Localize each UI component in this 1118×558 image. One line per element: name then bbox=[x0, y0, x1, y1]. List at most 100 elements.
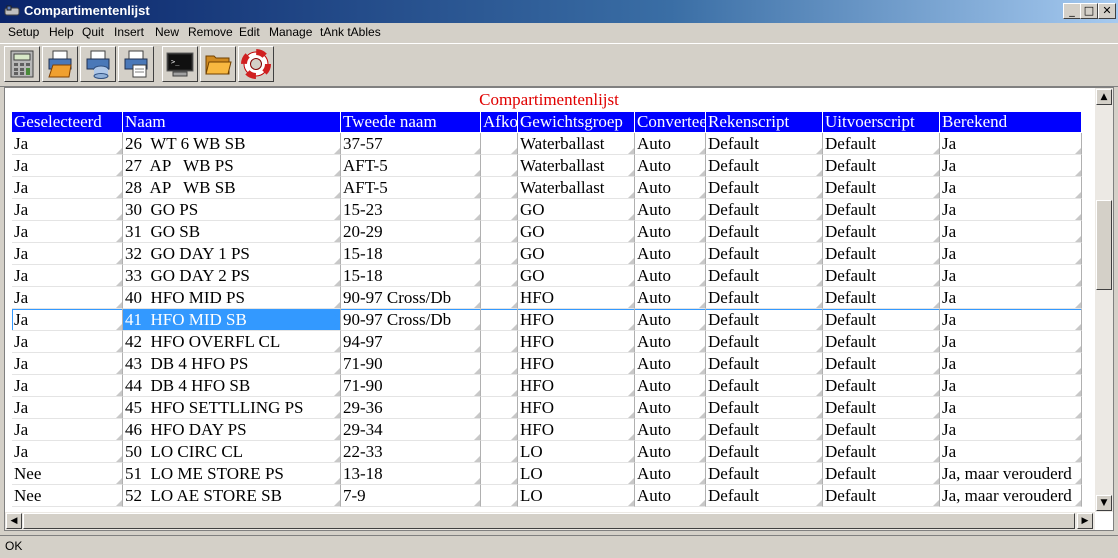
cell-gewichtsgroep[interactable]: LO bbox=[518, 485, 635, 507]
cell-uitvoerscript[interactable]: Default bbox=[823, 485, 940, 507]
table-row[interactable]: Ja 32 GO DAY 1 PS 15-18 GO Auto Default Defaul… bbox=[12, 243, 1082, 265]
cell-rekenscript[interactable]: Default bbox=[706, 243, 823, 265]
cell-geselecteerd[interactable]: Ja bbox=[12, 331, 123, 353]
print-document-button[interactable] bbox=[118, 46, 154, 82]
cell-geselecteerd[interactable]: Ja bbox=[12, 309, 123, 331]
table-row[interactable]: Ja 30 GO PS 15-23 GO Auto Default Default Ja bbox=[12, 199, 1082, 221]
menu-edit[interactable]: Edit bbox=[239, 25, 260, 39]
column-header-geselecteerd[interactable]: Geselecteerd bbox=[12, 112, 123, 132]
cell-rekenscript[interactable]: Default bbox=[706, 419, 823, 441]
cell-naam[interactable]: 45 HFO SETTLLING PS bbox=[123, 397, 341, 419]
cell-geselecteerd[interactable]: Nee bbox=[12, 463, 123, 485]
cell-afkort[interactable] bbox=[481, 463, 518, 485]
cell-uitvoerscript[interactable]: Default bbox=[823, 221, 940, 243]
cell-uitvoerscript[interactable]: Default bbox=[823, 353, 940, 375]
table-row[interactable]: Nee 51 LO ME STORE PS 13-18 LO Auto Default De… bbox=[12, 463, 1082, 485]
cell-afkort[interactable] bbox=[481, 133, 518, 155]
column-header-berekend[interactable]: Berekend bbox=[940, 112, 1082, 132]
column-header-naam[interactable]: Naam bbox=[123, 112, 341, 132]
cell-tweede-naam[interactable]: 22-33 bbox=[341, 441, 481, 463]
cell-berekend[interactable]: Ja bbox=[940, 199, 1082, 221]
column-header-uitvoerscript[interactable]: Uitvoerscript bbox=[823, 112, 940, 132]
cell-uitvoerscript[interactable]: Default bbox=[823, 287, 940, 309]
cell-rekenscript[interactable]: Default bbox=[706, 177, 823, 199]
print-database-button[interactable] bbox=[80, 46, 116, 82]
cell-berekend[interactable]: Ja bbox=[940, 243, 1082, 265]
cell-gewichtsgroep[interactable]: HFO bbox=[518, 331, 635, 353]
menu-quit[interactable]: Quit bbox=[82, 25, 104, 39]
cell-berekend[interactable]: Ja bbox=[940, 221, 1082, 243]
column-header-converteer[interactable]: Converteer bbox=[635, 112, 706, 132]
cell-rekenscript[interactable]: Default bbox=[706, 485, 823, 507]
cell-converteer[interactable]: Auto bbox=[635, 265, 706, 287]
cell-uitvoerscript[interactable]: Default bbox=[823, 199, 940, 221]
cell-naam[interactable]: 51 LO ME STORE PS bbox=[123, 463, 341, 485]
menu-tank-tables[interactable]: tAnk tAbles bbox=[320, 25, 381, 39]
cell-berekend[interactable]: Ja bbox=[940, 441, 1082, 463]
table-row[interactable]: Ja 40 HFO MID PS 90-97 Cross/Db HFO Auto Defa… bbox=[12, 287, 1082, 309]
cell-naam[interactable]: 50 LO CIRC CL bbox=[123, 441, 341, 463]
minimize-button[interactable]: _ bbox=[1063, 3, 1081, 19]
cell-naam[interactable]: 40 HFO MID PS bbox=[123, 287, 341, 309]
cell-naam[interactable]: 31 GO SB bbox=[123, 221, 341, 243]
cell-geselecteerd[interactable]: Ja bbox=[12, 177, 123, 199]
cell-naam[interactable]: 28 AP WB SB bbox=[123, 177, 341, 199]
cell-geselecteerd[interactable]: Ja bbox=[12, 397, 123, 419]
cell-naam[interactable]: 41 HFO MID SB bbox=[123, 309, 341, 331]
cell-rekenscript[interactable]: Default bbox=[706, 353, 823, 375]
cell-gewichtsgroep[interactable]: HFO bbox=[518, 375, 635, 397]
cell-rekenscript[interactable]: Default bbox=[706, 265, 823, 287]
cell-gewichtsgroep[interactable]: LO bbox=[518, 441, 635, 463]
cell-converteer[interactable]: Auto bbox=[635, 331, 706, 353]
table-row[interactable]: Ja 44 DB 4 HFO SB 71-90 HFO Auto Default Defau… bbox=[12, 375, 1082, 397]
vertical-scroll-thumb[interactable] bbox=[1096, 200, 1112, 290]
menu-remove[interactable]: Remove bbox=[188, 25, 233, 39]
cell-geselecteerd[interactable]: Ja bbox=[12, 199, 123, 221]
cell-rekenscript[interactable]: Default bbox=[706, 221, 823, 243]
cell-naam[interactable]: 30 GO PS bbox=[123, 199, 341, 221]
vertical-scrollbar[interactable]: ▲ ▼ bbox=[1095, 88, 1113, 512]
cell-uitvoerscript[interactable]: Default bbox=[823, 243, 940, 265]
cell-afkort[interactable] bbox=[481, 177, 518, 199]
cell-converteer[interactable]: Auto bbox=[635, 221, 706, 243]
cell-tweede-naam[interactable]: 15-23 bbox=[341, 199, 481, 221]
cell-rekenscript[interactable]: Default bbox=[706, 287, 823, 309]
cell-rekenscript[interactable]: Default bbox=[706, 309, 823, 331]
cell-gewichtsgroep[interactable]: HFO bbox=[518, 353, 635, 375]
cell-berekend[interactable]: Ja, maar verouderd bbox=[940, 463, 1082, 485]
cell-gewichtsgroep[interactable]: GO bbox=[518, 265, 635, 287]
table-row[interactable]: Nee 52 LO AE STORE SB 7-9 LO Auto Default Defa… bbox=[12, 485, 1082, 507]
cell-gewichtsgroep[interactable]: HFO bbox=[518, 397, 635, 419]
cell-afkort[interactable] bbox=[481, 397, 518, 419]
table-row[interactable]: Ja 43 DB 4 HFO PS 71-90 HFO Auto Default Defau… bbox=[12, 353, 1082, 375]
cell-berekend[interactable]: Ja bbox=[940, 331, 1082, 353]
cell-geselecteerd[interactable]: Ja bbox=[12, 133, 123, 155]
cell-berekend[interactable]: Ja bbox=[940, 353, 1082, 375]
cell-geselecteerd[interactable]: Ja bbox=[12, 419, 123, 441]
cell-rekenscript[interactable]: Default bbox=[706, 155, 823, 177]
cell-converteer[interactable]: Auto bbox=[635, 375, 706, 397]
print-folder-button[interactable] bbox=[42, 46, 78, 82]
cell-tweede-naam[interactable]: 90-97 Cross/Db bbox=[341, 287, 481, 309]
cell-naam[interactable]: 46 HFO DAY PS bbox=[123, 419, 341, 441]
cell-tweede-naam[interactable]: 37-57 bbox=[341, 133, 481, 155]
cell-gewichtsgroep[interactable]: GO bbox=[518, 199, 635, 221]
table-row[interactable]: Ja 46 HFO DAY PS 29-34 HFO Auto Default Defaul… bbox=[12, 419, 1082, 441]
cell-gewichtsgroep[interactable]: HFO bbox=[518, 419, 635, 441]
scroll-down-button[interactable]: ▼ bbox=[1096, 495, 1112, 511]
cell-uitvoerscript[interactable]: Default bbox=[823, 265, 940, 287]
cell-berekend[interactable]: Ja bbox=[940, 177, 1082, 199]
open-folder-button[interactable] bbox=[200, 46, 236, 82]
scroll-up-button[interactable]: ▲ bbox=[1096, 89, 1112, 105]
table-row[interactable]: Ja 41 HFO MID SB 90-97 Cross/Db HFO Auto Defa… bbox=[12, 309, 1082, 331]
cell-converteer[interactable]: Auto bbox=[635, 485, 706, 507]
menu-help[interactable]: Help bbox=[49, 25, 74, 39]
cell-afkort[interactable] bbox=[481, 243, 518, 265]
cell-berekend[interactable]: Ja bbox=[940, 133, 1082, 155]
table-row[interactable]: Ja 33 GO DAY 2 PS 15-18 GO Auto Default Defaul… bbox=[12, 265, 1082, 287]
cell-berekend[interactable]: Ja bbox=[940, 419, 1082, 441]
column-header-tweede-naam[interactable]: Tweede naam bbox=[341, 112, 481, 132]
menu-new[interactable]: New bbox=[155, 25, 179, 39]
cell-uitvoerscript[interactable]: Default bbox=[823, 309, 940, 331]
cell-uitvoerscript[interactable]: Default bbox=[823, 331, 940, 353]
